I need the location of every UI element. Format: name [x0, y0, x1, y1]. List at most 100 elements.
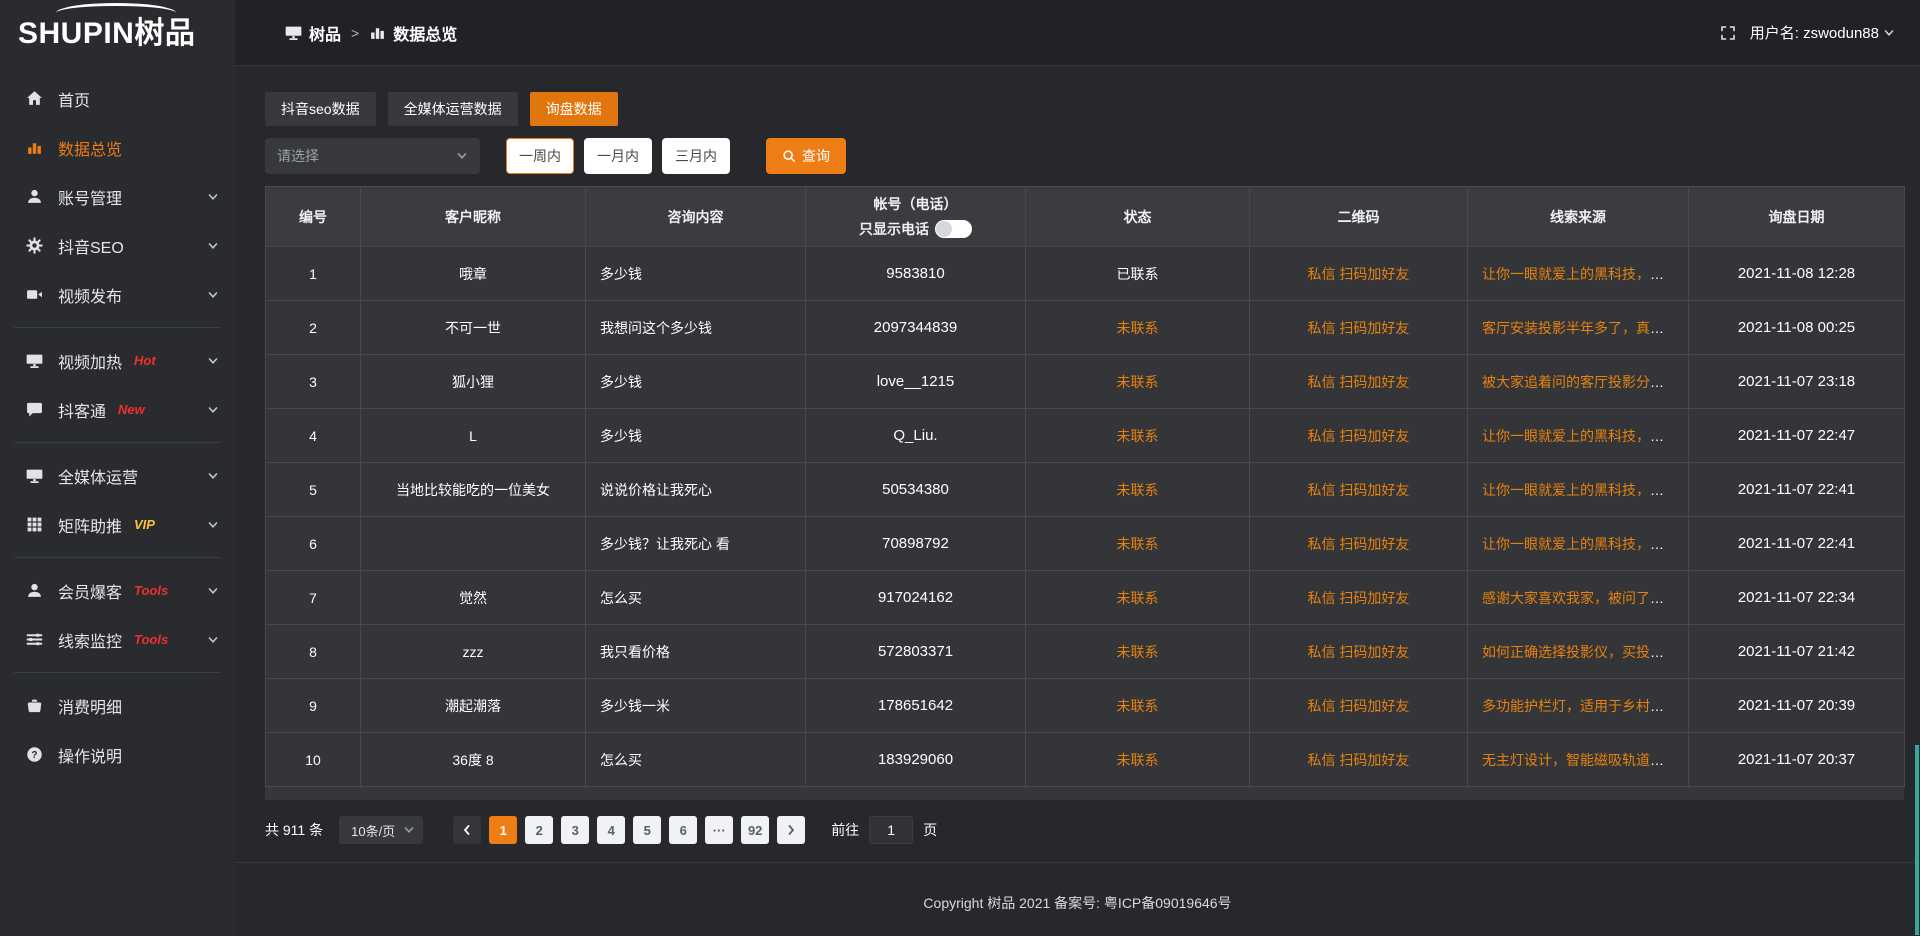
sidebar-item-label: 抖音SEO	[58, 234, 124, 258]
cell-account: 572803371	[806, 625, 1026, 679]
cell-qrcode: 私信 扫码加好友	[1250, 733, 1468, 787]
qrcode-link[interactable]: 私信 扫码加好友	[1308, 536, 1410, 552]
qrcode-link[interactable]: 私信 扫码加好友	[1308, 644, 1410, 660]
chat-icon	[26, 401, 44, 419]
page-button-92[interactable]: 92	[741, 816, 769, 844]
data-tabs: 抖音seo数据全媒体运营数据询盘数据	[265, 92, 1904, 126]
source-link[interactable]: 如何正确选择投影仪，买投影...	[1482, 644, 1676, 660]
cell-id: 8	[266, 625, 361, 679]
badge-vip: VIP	[134, 517, 155, 532]
page-button-4[interactable]: 4	[597, 816, 625, 844]
page-button-3[interactable]: 3	[561, 816, 589, 844]
sidebar-item-member-baoke[interactable]: 会员爆客Tools	[0, 566, 235, 615]
cell-date: 2021-11-07 21:42	[1689, 625, 1905, 679]
cell-id: 4	[266, 409, 361, 463]
source-link[interactable]: 让你一眼就爱上的黑科技，能...	[1482, 428, 1676, 444]
period-button-one-month[interactable]: 一月内	[584, 138, 652, 174]
cell-nickname: L	[361, 409, 586, 463]
goto-label: 前往	[831, 820, 859, 840]
qrcode-link[interactable]: 私信 扫码加好友	[1308, 374, 1410, 390]
scrollbar-thumb[interactable]	[1915, 745, 1919, 935]
page-button-2[interactable]: 2	[525, 816, 553, 844]
cell-source: 让你一眼就爱上的黑科技，能...	[1468, 463, 1689, 517]
page-button-5[interactable]: 5	[633, 816, 661, 844]
query-button[interactable]: 查询	[766, 138, 846, 174]
cell-date: 2021-11-07 20:37	[1689, 733, 1905, 787]
period-button-one-week[interactable]: 一周内	[506, 138, 574, 174]
breadcrumb-label: 树品	[309, 21, 341, 45]
cell-account: 917024162	[806, 571, 1026, 625]
sidebar-item-matrix-boost[interactable]: 矩阵助推 VIP	[0, 500, 235, 549]
filter-row: 请选择 一周内一月内三月内 查询	[265, 138, 1904, 174]
qrcode-link[interactable]: 私信 扫码加好友	[1308, 590, 1410, 606]
topbar: 树品 > 数据总览 用户名: zswodun88	[235, 0, 1920, 66]
qrcode-link[interactable]: 私信 扫码加好友	[1308, 320, 1410, 336]
sidebar-item-consumption-detail[interactable]: 消费明细	[0, 681, 235, 730]
badge-hot: Hot	[134, 353, 156, 368]
page-button-1[interactable]: 1	[489, 816, 517, 844]
sidebar-item-label: 数据总览	[58, 136, 122, 160]
prev-page-button[interactable]	[453, 816, 481, 844]
breadcrumb-item-data-overview[interactable]: 数据总览	[369, 21, 457, 45]
cell-qrcode: 私信 扫码加好友	[1250, 571, 1468, 625]
sidebar-item-label: 矩阵助推	[58, 513, 122, 537]
sidebar-item-account-management[interactable]: 账号管理	[0, 172, 235, 221]
sidebar-item-video-publish[interactable]: 视频发布	[0, 270, 235, 319]
qrcode-link[interactable]: 私信 扫码加好友	[1308, 698, 1410, 714]
page-button-6[interactable]: 6	[669, 816, 697, 844]
period-button-three-months[interactable]: 三月内	[662, 138, 730, 174]
source-link[interactable]: 被大家追着问的客厅投影分享...	[1482, 374, 1676, 390]
phone-only-toggle[interactable]	[935, 220, 972, 238]
source-link[interactable]: 无主灯设计，智能磁吸轨道灯...	[1482, 752, 1676, 768]
col-id: 编号	[266, 187, 361, 247]
tab-omni-media-data[interactable]: 全媒体运营数据	[388, 92, 518, 126]
source-link[interactable]: 多功能护栏灯，适用于乡村文...	[1482, 698, 1676, 714]
question-icon: ?	[26, 746, 44, 764]
filter-select[interactable]: 请选择	[265, 138, 480, 174]
sidebar-item-home[interactable]: 首页	[0, 74, 235, 123]
cell-qrcode: 私信 扫码加好友	[1250, 301, 1468, 355]
sidebar-item-data-overview[interactable]: 数据总览	[0, 123, 235, 172]
cell-account: 50534380	[806, 463, 1026, 517]
table-row: 1哦章多少钱9583810已联系私信 扫码加好友让你一眼就爱上的黑科技，能...…	[266, 247, 1905, 301]
sidebar-item-doukertong[interactable]: 抖客通New	[0, 385, 235, 434]
page-ellipsis[interactable]: ···	[705, 816, 733, 844]
next-page-button[interactable]	[777, 816, 805, 844]
cell-nickname: 不可一世	[361, 301, 586, 355]
user-menu[interactable]: 用户名: zswodun88	[1750, 22, 1895, 43]
filter-select-placeholder: 请选择	[277, 146, 319, 166]
source-link[interactable]: 感谢大家喜欢我家，被问了好...	[1482, 590, 1676, 606]
qrcode-link[interactable]: 私信 扫码加好友	[1308, 266, 1410, 282]
cell-date: 2021-11-08 12:28	[1689, 247, 1905, 301]
qrcode-link[interactable]: 私信 扫码加好友	[1308, 428, 1410, 444]
qrcode-link[interactable]: 私信 扫码加好友	[1308, 482, 1410, 498]
sidebar-item-video-heating[interactable]: 视频加热Hot	[0, 336, 235, 385]
sidebar-item-label: 操作说明	[58, 743, 122, 767]
source-link[interactable]: 让你一眼就爱上的黑科技，能...	[1482, 266, 1676, 282]
sidebar-item-lead-monitor[interactable]: 线索监控Tools	[0, 615, 235, 664]
table-row: 9潮起潮落多少钱一米178651642未联系私信 扫码加好友多功能护栏灯，适用于…	[266, 679, 1905, 733]
fullscreen-button[interactable]	[1720, 25, 1736, 41]
goto-page-input[interactable]	[869, 816, 913, 844]
page-size-select[interactable]: 10条/页	[339, 816, 423, 844]
sidebar-item-douyin-seo[interactable]: 抖音SEO	[0, 221, 235, 270]
tab-douyin-seo-data[interactable]: 抖音seo数据	[265, 92, 376, 126]
cell-content: 多少钱	[586, 355, 806, 409]
page-buttons: 123456 ··· 92	[489, 816, 769, 844]
source-link[interactable]: 让你一眼就爱上的黑科技，能...	[1482, 482, 1676, 498]
sidebar-divider	[14, 442, 221, 443]
qrcode-link[interactable]: 私信 扫码加好友	[1308, 752, 1410, 768]
phone-toggle-label: 只显示电话	[859, 219, 929, 239]
sidebar-item-operation-guide[interactable]: ? 操作说明	[0, 730, 235, 779]
table-panel: 编号 客户昵称 咨询内容 帐号（电话） 只显示电话 状态 二维码 线索来源	[265, 186, 1904, 800]
source-link[interactable]: 让你一眼就爱上的黑科技，能...	[1482, 536, 1676, 552]
tab-inquiry-data[interactable]: 询盘数据	[530, 92, 618, 126]
sidebar-item-omni-media[interactable]: 全媒体运营	[0, 451, 235, 500]
logo: SHUPIN树品	[0, 0, 235, 60]
cell-nickname: 潮起潮落	[361, 679, 586, 733]
breadcrumb-separator: >	[351, 25, 359, 41]
table-row: 7觉然怎么买917024162未联系私信 扫码加好友感谢大家喜欢我家，被问了好.…	[266, 571, 1905, 625]
breadcrumb-item-shupin[interactable]: 树品	[285, 21, 341, 45]
badge-tools: Tools	[134, 632, 168, 647]
source-link[interactable]: 客厅安装投影半年多了，真实...	[1482, 320, 1676, 336]
